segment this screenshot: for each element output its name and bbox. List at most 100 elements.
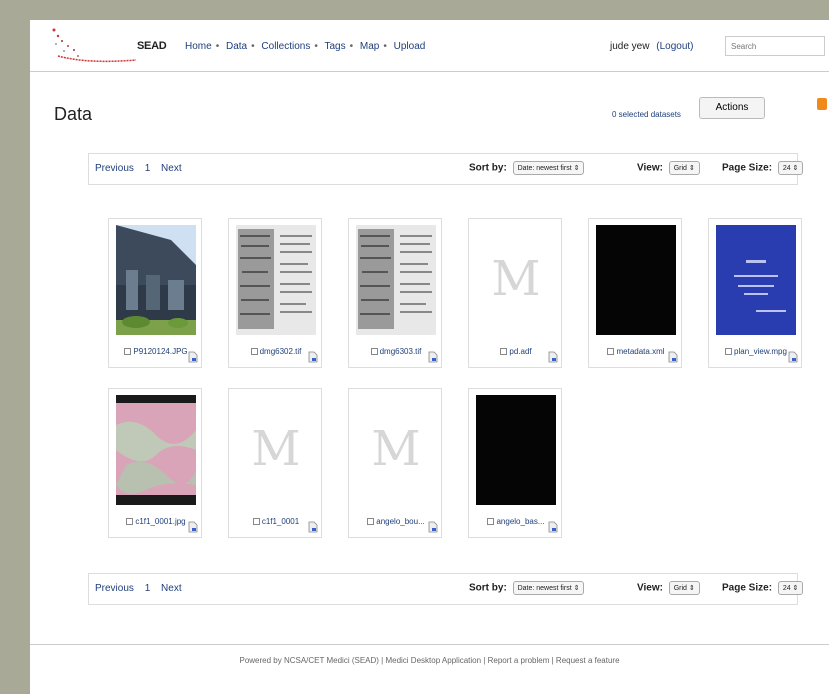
dataset-tile[interactable]: metadata.xml: [588, 218, 682, 368]
previous-link[interactable]: Previous: [95, 583, 134, 594]
dataset-thumbnail[interactable]: [476, 395, 556, 505]
dataset-thumbnail[interactable]: [236, 225, 316, 335]
page-size-control: Page Size: 24 ⇕: [722, 161, 804, 175]
dataset-name[interactable]: dmg6303.tif: [380, 347, 422, 356]
dataset-caption: P9120124.JPG: [109, 347, 203, 356]
dataset-checkbox[interactable]: [124, 348, 132, 355]
svg-text:M: M: [491, 251, 540, 307]
nav-map[interactable]: Map: [360, 41, 379, 52]
dataset-checkbox[interactable]: [252, 518, 260, 525]
next-link[interactable]: Next: [161, 163, 182, 174]
dataset-thumbnail[interactable]: M: [476, 225, 556, 335]
dataset-checkbox[interactable]: [367, 518, 375, 525]
logout-link[interactable]: (Logout): [656, 41, 693, 52]
dataset-checkbox[interactable]: [250, 348, 258, 355]
previous-link[interactable]: Previous: [95, 163, 134, 174]
pager-bottom: Previous 1 Next Sort by: Date: newest fi…: [88, 573, 804, 605]
page-size-control: Page Size: 24 ⇕: [722, 581, 804, 595]
search-input[interactable]: [725, 36, 825, 56]
user-info: jude yew (Logout): [610, 41, 694, 52]
dataset-name[interactable]: pd.adf: [509, 347, 531, 356]
dataset-tile[interactable]: Mpd.adf: [468, 218, 562, 368]
dataset-name[interactable]: dmg6302.tif: [260, 347, 302, 356]
dataset-tile[interactable]: angelo_bas...: [468, 388, 562, 538]
nav-tags[interactable]: Tags: [324, 41, 345, 52]
dataset-tile[interactable]: c1f1_0001.jpg: [108, 388, 202, 538]
pager-top: Previous 1 Next Sort by: Date: newest fi…: [88, 153, 804, 185]
dataset-checkbox[interactable]: [487, 518, 495, 525]
page-number[interactable]: 1: [145, 163, 151, 174]
dataset-thumbnail[interactable]: M: [356, 395, 436, 505]
page: SEAD Home • Data • Collections • Tags • Map •…: [30, 20, 829, 694]
dataset-tile[interactable]: Mc1f1_0001: [228, 388, 322, 538]
next-link[interactable]: Next: [161, 583, 182, 594]
dataset-caption: c1f1_0001: [229, 517, 323, 526]
sort-control: Sort by: Date: newest first ⇕: [469, 161, 585, 175]
view-select[interactable]: Grid ⇕: [668, 161, 700, 175]
page-size-select[interactable]: 24 ⇕: [777, 581, 804, 595]
selected-datasets-link[interactable]: 0 selected datasets: [612, 110, 681, 119]
dataset-caption: metadata.xml: [589, 347, 683, 356]
dataset-name[interactable]: c1f1_0001.jpg: [135, 517, 185, 526]
view-control: View: Grid ⇕: [637, 581, 700, 595]
dataset-name[interactable]: angelo_bou...: [376, 517, 425, 526]
page-size-label: Page Size:: [722, 162, 773, 174]
main-nav: Home • Data • Collections • Tags • Map • Uplo…: [185, 41, 426, 52]
dataset-caption: c1f1_0001.jpg: [109, 517, 203, 526]
user-name: jude yew: [610, 41, 650, 52]
page-size-label: Page Size:: [722, 582, 773, 594]
page-number[interactable]: 1: [145, 583, 151, 594]
actions-button[interactable]: Actions: [699, 97, 765, 119]
nav-data[interactable]: Data: [226, 41, 247, 52]
dataset-thumbnail[interactable]: [116, 225, 196, 335]
dataset-checkbox[interactable]: [126, 518, 134, 525]
page-title: Data: [54, 104, 93, 124]
top-bar: SEAD Home • Data • Collections • Tags • Map •…: [30, 20, 829, 72]
brand-name[interactable]: SEAD: [137, 40, 167, 52]
nav-collections[interactable]: Collections: [261, 41, 310, 52]
dataset-name[interactable]: c1f1_0001: [262, 517, 299, 526]
dataset-tile[interactable]: dmg6303.tif: [348, 218, 442, 368]
page-size-select[interactable]: 24 ⇕: [777, 161, 804, 175]
view-label: View:: [637, 582, 663, 594]
footer-divider: [30, 644, 829, 645]
rss-icon[interactable]: [817, 98, 827, 110]
view-control: View: Grid ⇕: [637, 161, 700, 175]
dataset-tile[interactable]: dmg6302.tif: [228, 218, 322, 368]
dataset-checkbox[interactable]: [370, 348, 378, 355]
sort-select[interactable]: Date: newest first ⇕: [512, 581, 585, 595]
dataset-tile[interactable]: Mangelo_bou...: [348, 388, 442, 538]
dataset-checkbox[interactable]: [500, 348, 508, 355]
dataset-tile[interactable]: P9120124.JPG: [108, 218, 202, 368]
dataset-caption: pd.adf: [469, 347, 563, 356]
svg-text:M: M: [251, 421, 300, 477]
dataset-caption: angelo_bou...: [349, 517, 443, 526]
dataset-name[interactable]: angelo_bas...: [496, 517, 544, 526]
footer-links[interactable]: Powered by NCSA/CET Medici (SEAD) | Medi…: [30, 656, 829, 665]
svg-text:M: M: [371, 421, 420, 477]
dataset-checkbox[interactable]: [607, 348, 615, 355]
view-select[interactable]: Grid ⇕: [668, 581, 700, 595]
dataset-thumbnail[interactable]: [116, 395, 196, 505]
dataset-caption: plan_view.mpg: [709, 347, 803, 356]
dataset-thumbnail[interactable]: [716, 225, 796, 335]
dataset-caption: dmg6303.tif: [349, 347, 443, 356]
nav-home[interactable]: Home: [185, 41, 212, 52]
dataset-name[interactable]: metadata.xml: [616, 347, 664, 356]
sort-label: Sort by:: [469, 162, 507, 174]
sort-label: Sort by:: [469, 582, 507, 594]
dataset-thumbnail[interactable]: [596, 225, 676, 335]
dataset-name[interactable]: plan_view.mpg: [734, 347, 787, 356]
sead-logo-icon: [52, 28, 137, 63]
dataset-thumbnail[interactable]: [356, 225, 436, 335]
sort-control: Sort by: Date: newest first ⇕: [469, 581, 585, 595]
view-label: View:: [637, 162, 663, 174]
dataset-thumbnail[interactable]: M: [236, 395, 316, 505]
dataset-tile[interactable]: plan_view.mpg: [708, 218, 802, 368]
dataset-checkbox[interactable]: [725, 348, 733, 355]
dataset-caption: dmg6302.tif: [229, 347, 323, 356]
dataset-caption: angelo_bas...: [469, 517, 563, 526]
nav-upload[interactable]: Upload: [394, 41, 426, 52]
dataset-name[interactable]: P9120124.JPG: [133, 347, 187, 356]
sort-select[interactable]: Date: newest first ⇕: [512, 161, 585, 175]
